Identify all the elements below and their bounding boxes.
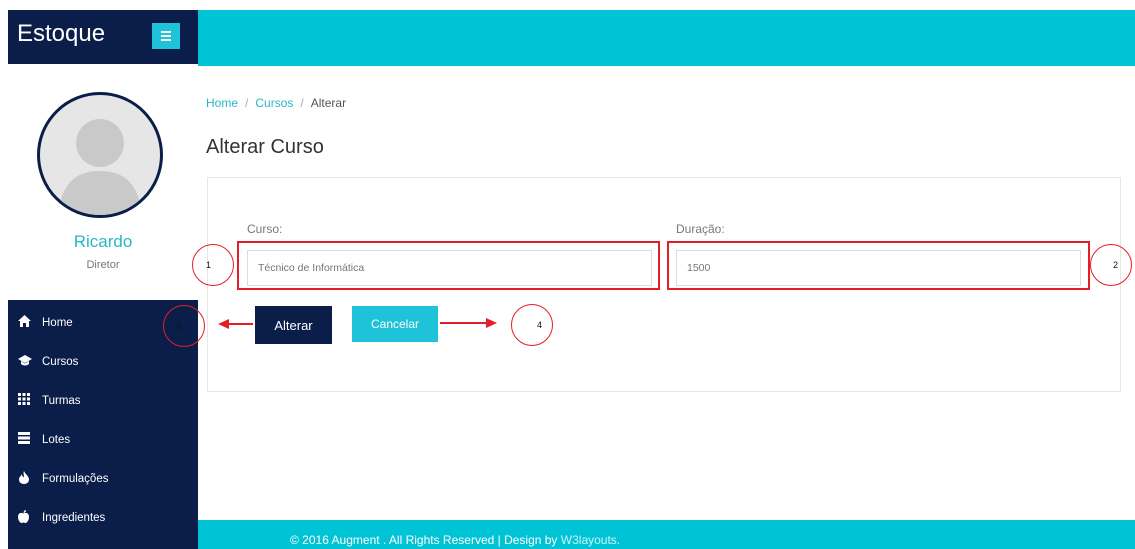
arrow-left-icon bbox=[218, 319, 253, 329]
arrow-right-icon bbox=[440, 318, 497, 328]
annotation-arrows bbox=[218, 318, 497, 329]
